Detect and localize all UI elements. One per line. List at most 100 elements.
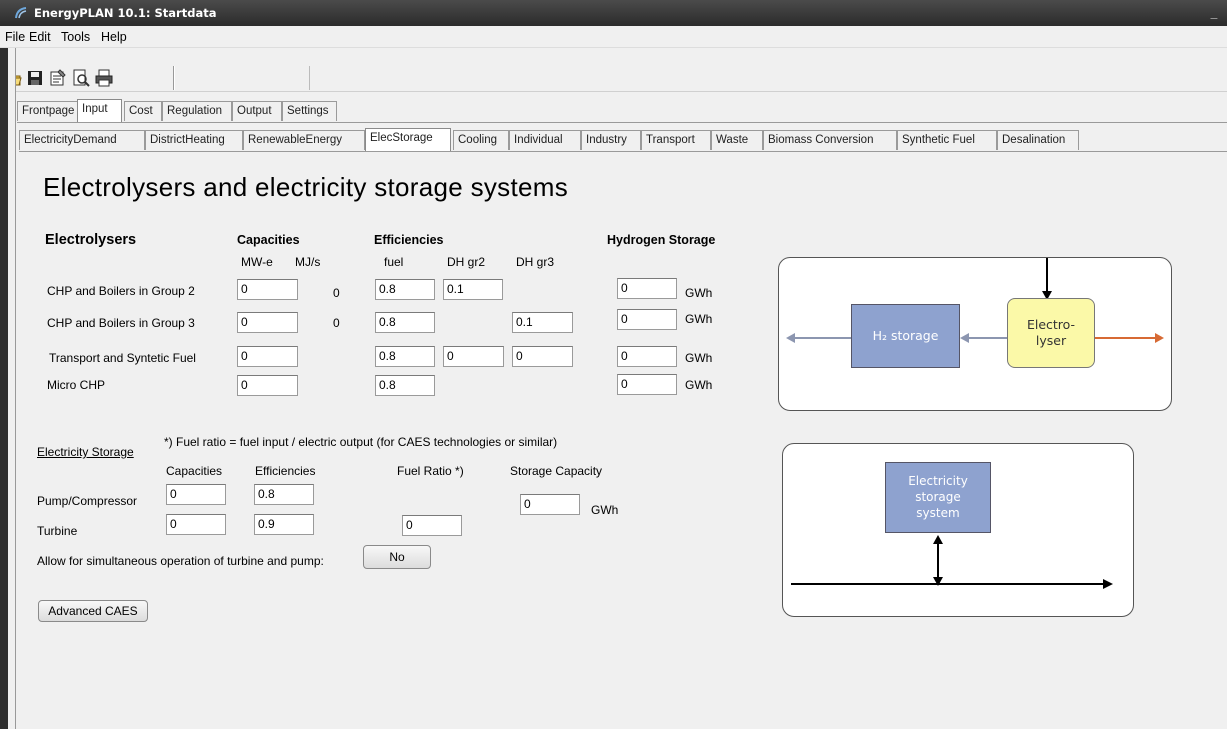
storage-capacity-input[interactable]: 0 [520,494,580,515]
menu-tools[interactable]: Tools [61,30,90,44]
window-title: EnergyPLAN 10.1: Startdata [34,6,217,20]
unit-fuel: fuel [384,255,404,269]
turbine-efficiency-input[interactable]: 0.9 [254,514,314,535]
subtab-electricity-demand[interactable]: ElectricityDemand [19,130,145,150]
microchp-h2-input[interactable]: 0 [617,374,677,395]
electrolyser-line2: lyser [1035,333,1067,348]
tab-input[interactable]: Input [77,99,122,122]
fuel-ratio-note: *) Fuel ratio = fuel input / electric ou… [164,435,558,449]
pump-efficiency-input[interactable]: 0.8 [254,484,314,505]
electrolyser-diagram: H₂ storage Electro- lyser [778,257,1172,411]
turbine-capacity-input[interactable]: 0 [166,514,226,535]
electricity-storage-system-box: Electricity storage system [885,462,991,533]
pump-capacity-input[interactable]: 0 [166,484,226,505]
subtab-industry[interactable]: Industry [581,130,641,150]
menu-file[interactable]: File [5,30,25,44]
storage-capacity-unit: GWh [591,503,619,517]
row-label-group2: CHP and Boilers in Group 2 [47,284,195,298]
tab-frontpage[interactable]: Frontpage [17,101,79,121]
menu-bar: File Edit Tools Help [0,26,1227,48]
storage-box-line2: storage [915,490,961,504]
unit-mjs: MJ/s [295,255,321,269]
toolbar-end [309,66,310,90]
electrolysers-title: Electrolysers [45,232,137,248]
menu-edit[interactable]: Edit [29,30,51,44]
electrolyser-diagram-arrows [786,258,1164,343]
page-heading: Electrolysers and electricity storage sy… [43,172,569,202]
subtab-renewable-energy[interactable]: RenewableEnergy [243,130,365,150]
toolbar [0,64,1227,92]
menu-help[interactable]: Help [101,30,127,44]
transport-h2-unit: GWh [685,351,713,365]
transport-dhgr2-input[interactable]: 0 [443,346,504,367]
storage-box-line3: system [916,506,960,520]
turbine-label: Turbine [37,524,78,538]
subtab-transport[interactable]: Transport [641,130,711,150]
subtab-synthetic-fuel[interactable]: Synthetic Fuel [897,130,997,150]
title-bar: EnergyPLAN 10.1: Startdata _ [0,0,1227,26]
group2-dhgr2-input[interactable]: 0.1 [443,279,503,300]
save-icon[interactable] [26,69,44,87]
tab-settings[interactable]: Settings [282,101,337,121]
microchp-h2-unit: GWh [685,378,713,392]
group3-h2-input[interactable]: 0 [617,309,677,330]
subtab-cooling[interactable]: Cooling [453,130,509,150]
turbine-fuel-ratio-input[interactable]: 0 [402,515,462,536]
h2-storage-box: H₂ storage [851,304,960,368]
unit-dh-gr3: DH gr3 [516,255,555,269]
subtab-district-heating[interactable]: DistrictHeating [145,130,243,150]
subtab-biomass-conversion[interactable]: Biomass Conversion [763,130,897,150]
group3-mjs-value: 0 [333,316,340,330]
row-label-transport: Transport and Syntetic Fuel [49,351,196,365]
left-frame-inner [8,48,16,729]
hydrogen-storage-header: Hydrogen Storage [607,233,716,247]
capacities-header: Capacities [237,233,300,247]
tab-regulation[interactable]: Regulation [162,101,232,121]
elecstorage-panel: Electrolysers and electricity storage sy… [19,152,1227,729]
simultaneous-label: Allow for simultaneous operation of turb… [37,554,324,568]
storage-efficiencies-header: Efficiencies [255,464,316,478]
group3-h2-unit: GWh [685,312,713,326]
left-frame [0,48,8,729]
print-preview-icon[interactable] [72,69,90,87]
subtab-elec-storage[interactable]: ElecStorage [365,128,451,151]
transport-h2-input[interactable]: 0 [617,346,677,367]
subtab-individual[interactable]: Individual [509,130,581,150]
tab-cost[interactable]: Cost [124,101,162,121]
transport-fuel-input[interactable]: 0.8 [375,346,435,367]
app-logo-icon [15,7,27,19]
simultaneous-toggle-button[interactable]: No [363,545,431,569]
properties-icon[interactable] [49,69,67,87]
group2-mjs-value: 0 [333,286,340,300]
fuel-ratio-header: Fuel Ratio *) [397,464,464,478]
transport-dhgr3-input[interactable]: 0 [512,346,573,367]
electrolyser-line1: Electro- [1026,317,1076,332]
print-icon[interactable] [95,69,113,87]
tab-output[interactable]: Output [232,101,282,121]
row-label-micro-chp: Micro CHP [47,378,106,392]
group2-h2-input[interactable]: 0 [617,278,677,299]
pump-label: Pump/Compressor [37,494,138,508]
microchp-fuel-input[interactable]: 0.8 [375,375,435,396]
subtab-waste[interactable]: Waste [711,130,763,150]
microchp-mwe-input[interactable]: 0 [237,375,298,396]
group3-fuel-input[interactable]: 0.8 [375,312,435,333]
electrolyser-box: Electro- lyser [1007,298,1095,368]
subtab-desalination[interactable]: Desalination [997,130,1079,150]
toolbar-separator [173,66,175,90]
efficiencies-header: Efficiencies [374,233,444,247]
storage-capacity-header: Storage Capacity [510,464,603,478]
group3-dhgr3-input[interactable]: 0.1 [512,312,573,333]
row-label-group3: CHP and Boilers in Group 3 [47,316,195,330]
advanced-caes-button[interactable]: Advanced CAES [38,600,148,622]
storage-capacities-header: Capacities [166,464,223,478]
unit-dh-gr2: DH gr2 [447,255,486,269]
group3-mwe-input[interactable]: 0 [237,312,298,333]
transport-mwe-input[interactable]: 0 [237,346,298,367]
main-tab-line [17,122,1227,123]
group2-fuel-input[interactable]: 0.8 [375,279,435,300]
group2-mwe-input[interactable]: 0 [237,279,298,300]
group2-h2-unit: GWh [685,286,713,300]
electricity-storage-title: Electricity Storage [37,445,134,459]
minimize-button[interactable]: _ [1207,6,1221,20]
